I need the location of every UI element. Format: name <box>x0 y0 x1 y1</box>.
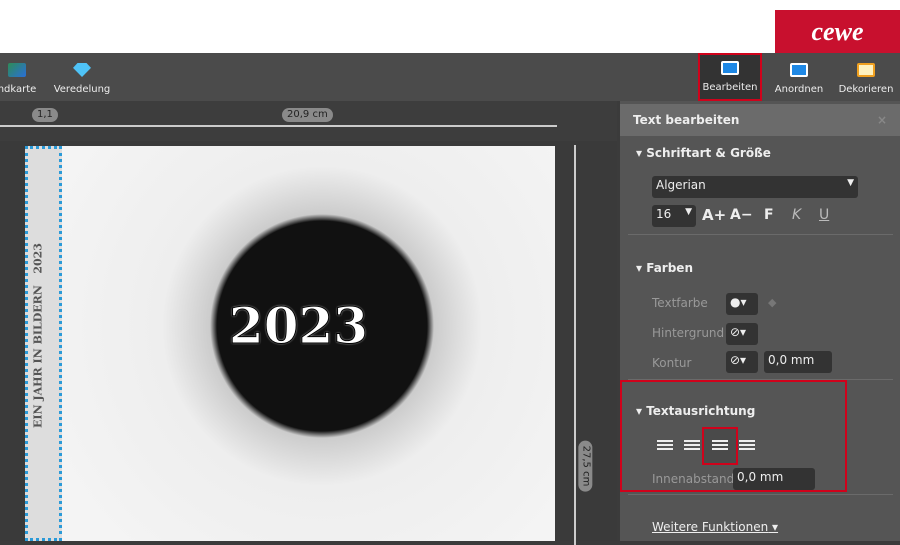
ruler-line <box>0 125 557 127</box>
section-alignment[interactable]: ▾ Textausrichtung <box>636 404 755 418</box>
grow-font-button[interactable]: A+ <box>702 206 726 224</box>
align-left-button[interactable] <box>657 440 673 452</box>
label: Dekorieren <box>838 84 894 95</box>
map-icon <box>8 63 26 77</box>
top-bar <box>0 0 900 53</box>
padding-label: Innenabstand <box>652 472 735 486</box>
outline-width-input[interactable]: 0,0 mm <box>764 351 832 373</box>
text-color-picker[interactable]: ●▾ <box>726 293 758 315</box>
section-colors[interactable]: ▾ Farben <box>636 261 693 275</box>
italic-button[interactable]: K <box>792 207 801 223</box>
toolbar-dekorieren-button[interactable]: Dekorieren <box>836 53 896 101</box>
label: 0,0 mm <box>737 470 784 484</box>
outline-color-picker[interactable]: ⊘▾ <box>726 351 758 373</box>
diamond-icon <box>73 63 91 77</box>
background-color-picker[interactable]: ⊘▾ <box>726 323 758 345</box>
text-edit-panel: Text bearbeiten × ▾ Schriftart & Größe Al… <box>620 101 900 541</box>
text-color-label: Textfarbe <box>652 296 708 310</box>
background-label: Hintergrund <box>652 326 725 340</box>
label: Weitere Funktionen <box>652 520 769 534</box>
page-width-label: 20,9 cm <box>282 108 333 122</box>
ruler: 1,1 20,9 cm <box>0 101 617 141</box>
panel-header: Text bearbeiten × <box>620 104 900 136</box>
spine-text-box[interactable]: EIN JAHR IN BILDERN 2023 <box>25 146 62 541</box>
bold-button[interactable]: F <box>764 207 774 223</box>
page-height-label: 27,5 cm <box>578 440 593 492</box>
divider <box>628 234 893 235</box>
label: Schriftart & Größe <box>646 146 771 160</box>
cewe-logo: cewe <box>775 10 900 53</box>
arrange-icon <box>790 63 808 77</box>
toolbar-anordnen-button[interactable]: Anordnen <box>770 53 828 101</box>
spine-text: EIN JAHR IN BILDERN 2023 <box>31 243 45 428</box>
divider <box>628 494 893 495</box>
font-size-select[interactable]: 16 ▼ <box>652 205 696 227</box>
edit-icon <box>721 61 739 75</box>
toolbar-veredelung-button[interactable]: Veredelung <box>52 53 112 101</box>
section-font[interactable]: ▾ Schriftart & Größe <box>636 146 771 160</box>
shrink-font-button[interactable]: A− <box>730 207 753 223</box>
label: Anordnen <box>774 84 824 95</box>
label: Textausrichtung <box>646 404 756 418</box>
label: Bearbeiten <box>702 82 758 93</box>
diamond-icon: ◆ <box>768 296 777 309</box>
label: 16 <box>656 207 672 221</box>
label: Algerian <box>656 178 706 192</box>
close-icon[interactable]: × <box>877 113 887 127</box>
label: Veredelung <box>53 84 111 95</box>
padding-input[interactable]: 0,0 mm <box>733 468 815 490</box>
frame-icon <box>857 63 875 77</box>
spine-width-label: 1,1 <box>32 108 58 122</box>
align-justify-button[interactable] <box>739 440 755 452</box>
label: 0,0 mm <box>768 353 815 367</box>
panel-title: Text bearbeiten <box>633 113 740 127</box>
more-functions-link[interactable]: Weitere Funktionen ▾ <box>652 520 778 534</box>
toolbar: ndkarte Veredelung Bearbeiten Anordnen D… <box>0 53 900 101</box>
align-center-button[interactable] <box>684 440 700 452</box>
vertical-ruler <box>574 145 576 545</box>
toolbar-bearbeiten-button[interactable]: Bearbeiten <box>698 53 762 101</box>
toolbar-map-button[interactable]: ndkarte <box>0 53 42 101</box>
label: Farben <box>646 261 693 275</box>
align-right-icon <box>712 440 728 452</box>
page-image[interactable]: 2023 <box>62 146 555 541</box>
label: ndkarte <box>0 84 37 95</box>
underline-button[interactable]: U <box>819 207 829 223</box>
outline-label: Kontur <box>652 356 692 370</box>
font-select[interactable]: Algerian ▼ <box>652 176 858 198</box>
page-title[interactable]: 2023 <box>62 296 545 356</box>
